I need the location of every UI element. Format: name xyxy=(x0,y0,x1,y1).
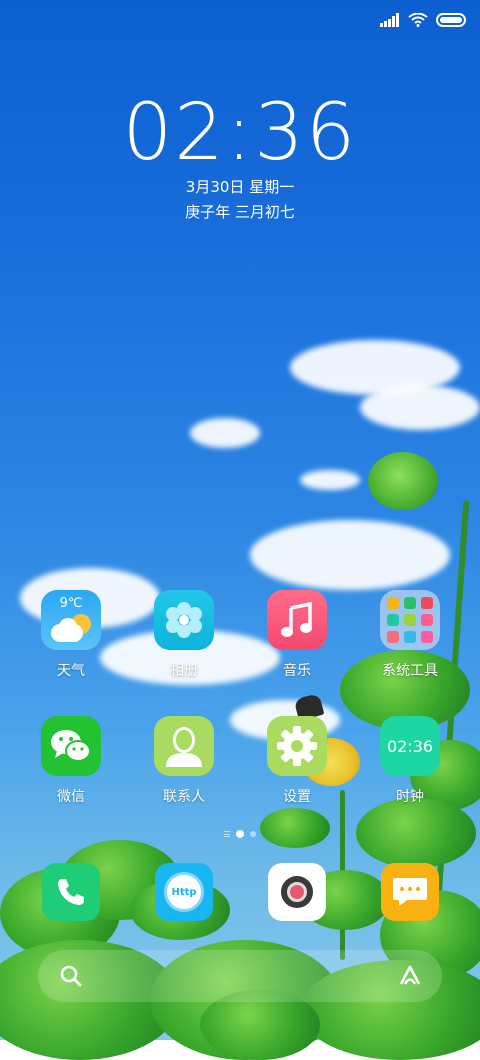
gallery-icon xyxy=(154,590,214,650)
app-contacts[interactable]: 联系人 xyxy=(144,716,224,806)
camera-icon xyxy=(268,863,326,921)
app-label: 时钟 xyxy=(396,789,424,805)
battery-icon xyxy=(436,13,466,27)
status-bar xyxy=(380,10,468,30)
dock-messages[interactable] xyxy=(370,863,450,921)
app-label: 系统工具 xyxy=(382,663,438,679)
app-label: 联系人 xyxy=(163,789,205,805)
dock-phone[interactable] xyxy=(31,863,111,921)
dock-camera[interactable] xyxy=(257,863,337,921)
search-icon[interactable] xyxy=(60,965,82,987)
app-music[interactable]: 音乐 xyxy=(257,590,337,680)
app-label: 设置 xyxy=(283,789,311,805)
wifi-icon xyxy=(408,13,428,27)
wechat-icon xyxy=(41,716,101,776)
lockscreen-date[interactable]: 3月30日 星期一 xyxy=(0,176,480,197)
app-clock[interactable]: 02:36 时钟 xyxy=(370,716,450,806)
browser-icon-text: Http xyxy=(171,886,197,898)
app-folder-system-tools[interactable]: 系统工具 xyxy=(370,590,450,680)
page-indicator-menu xyxy=(224,831,230,837)
messages-icon xyxy=(381,863,439,921)
music-icon xyxy=(267,590,327,650)
browser-icon: Http xyxy=(155,863,213,921)
signal-icon xyxy=(380,13,399,27)
app-label: 微信 xyxy=(57,789,85,805)
weather-temp: 9℃ xyxy=(59,596,83,611)
app-gallery[interactable]: 相册 xyxy=(144,590,224,680)
app-label: 音乐 xyxy=(283,663,311,679)
settings-icon xyxy=(267,716,327,776)
contacts-icon xyxy=(154,716,214,776)
folder-icon xyxy=(380,590,440,650)
app-label: 相册 xyxy=(170,663,198,679)
lockscreen-lunar-date: 庚子年 三月初七 xyxy=(185,203,295,221)
weather-icon: 9℃ xyxy=(41,590,101,650)
dock-browser[interactable]: Http xyxy=(144,863,224,921)
page-indicator xyxy=(0,830,480,838)
clock-icon: 02:36 xyxy=(380,716,440,776)
phone-icon xyxy=(42,863,100,921)
search-bar[interactable] xyxy=(38,950,442,1002)
app-settings[interactable]: 设置 xyxy=(257,716,337,806)
app-weather[interactable]: 9℃ 天气 xyxy=(31,590,111,680)
app-label: 天气 xyxy=(57,663,85,679)
clock-icon-time: 02:36 xyxy=(386,736,434,756)
lockscreen-time[interactable]: 02:36 xyxy=(0,88,480,178)
page-dot-active[interactable] xyxy=(236,830,244,838)
app-wechat[interactable]: 微信 xyxy=(31,716,111,806)
page-dot[interactable] xyxy=(250,831,256,837)
assistant-icon[interactable] xyxy=(398,964,422,988)
